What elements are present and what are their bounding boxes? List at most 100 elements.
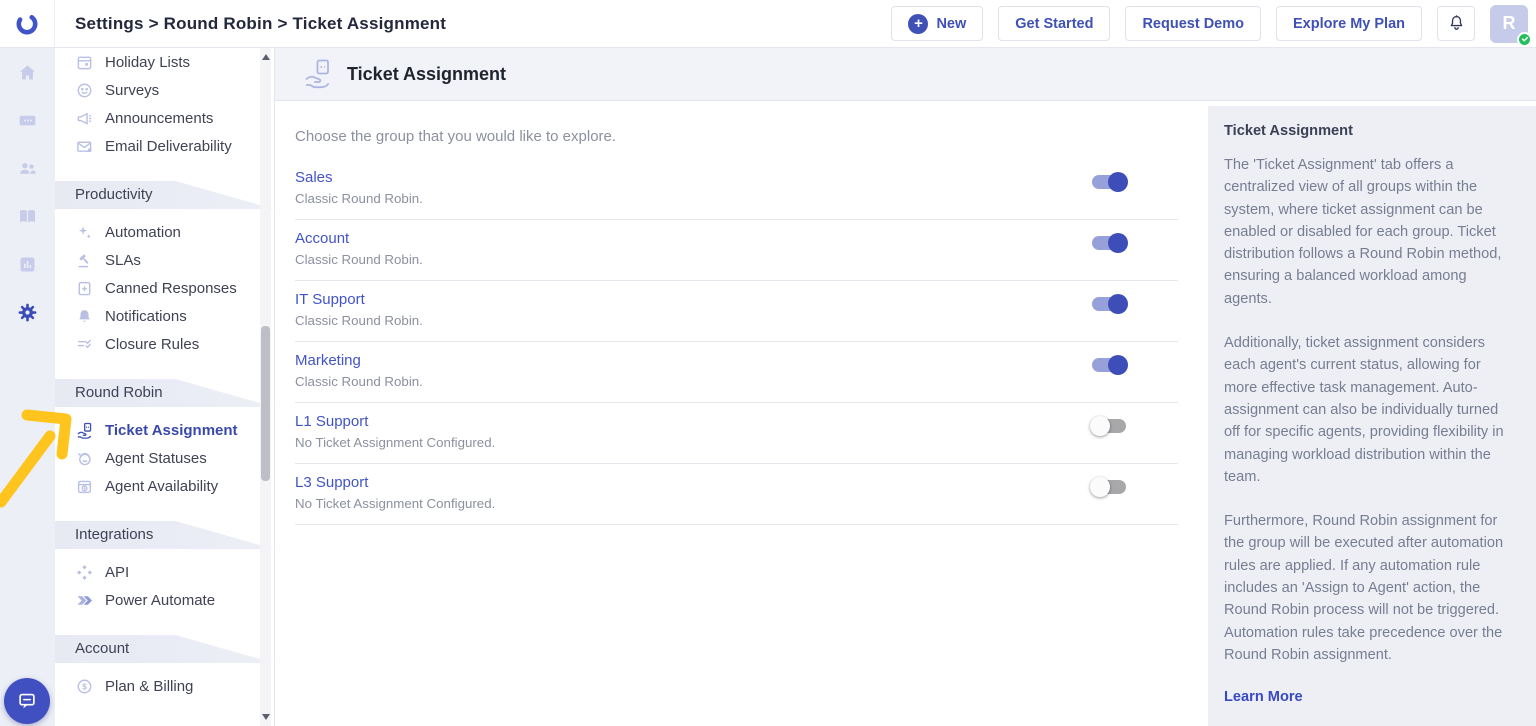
group-desc: Classic Round Robin. [295, 374, 423, 389]
group-row-it-support: IT Support Classic Round Robin. [295, 281, 1178, 342]
module-rail [0, 48, 55, 726]
sidebar-item-surveys[interactable]: Surveys [55, 76, 274, 104]
sidebar-item-automation[interactable]: Automation [55, 218, 274, 246]
group-link[interactable]: Account [295, 230, 423, 247]
group-toggle[interactable] [1092, 480, 1126, 494]
tickets-icon[interactable] [0, 96, 55, 144]
reports-icon[interactable] [0, 240, 55, 288]
group-list: Sales Classic Round Robin. Account Class… [295, 159, 1178, 525]
group-toggle[interactable] [1092, 297, 1126, 311]
smiley-icon [75, 81, 93, 99]
help-paragraph: Furthermore, Round Robin assignment for … [1224, 510, 1517, 666]
toggle-knob [1090, 416, 1110, 436]
group-desc: Classic Round Robin. [295, 313, 423, 328]
notification-bell-button[interactable] [1437, 6, 1475, 41]
page-title: Ticket Assignment [347, 64, 506, 85]
calendar-clock-icon [75, 477, 93, 495]
group-link[interactable]: L3 Support [295, 474, 495, 491]
new-button[interactable]: + New [891, 6, 983, 41]
sidebar-item-ticket-assignment[interactable]: Ticket Assignment [55, 416, 274, 444]
sidebar-group: API Power Automate [55, 558, 274, 614]
notification-bell-icon [1447, 14, 1466, 33]
page-subtitle: Choose the group that you would like to … [295, 128, 1178, 145]
app-window: Settings > Round Robin > Ticket Assignme… [0, 0, 1536, 726]
toggle-knob [1108, 233, 1128, 253]
help-paragraph: The 'Ticket Assignment' tab offers a cen… [1224, 154, 1517, 310]
settings-sidebar: Holiday Lists Surveys Announcements Emai… [55, 48, 275, 726]
contacts-icon[interactable] [0, 144, 55, 192]
bell-icon [75, 307, 93, 325]
svg-text:$: $ [82, 681, 87, 691]
knowledge-base-icon[interactable] [0, 192, 55, 240]
group-row-l1-support: L1 Support No Ticket Assignment Configur… [295, 403, 1178, 464]
top-bar: Settings > Round Robin > Ticket Assignme… [0, 0, 1536, 48]
sidebar-item-api[interactable]: API [55, 558, 274, 586]
sidebar-item-announcements[interactable]: Announcements [55, 104, 274, 132]
group-desc: No Ticket Assignment Configured. [295, 496, 495, 511]
sidebar-item-email-deliverability[interactable]: Email Deliverability [55, 132, 274, 160]
sidebar-item-power-automate[interactable]: Power Automate [55, 586, 274, 614]
checklist-icon [75, 335, 93, 353]
group-link[interactable]: L1 Support [295, 413, 495, 430]
dollar-circle-icon: $ [75, 677, 93, 695]
sidebar-group: Holiday Lists Surveys Announcements Emai… [55, 48, 274, 160]
toggle-knob [1090, 477, 1110, 497]
document-plus-icon [75, 279, 93, 297]
sidebar-item-slas[interactable]: SLAs [55, 246, 274, 274]
group-link[interactable]: Sales [295, 169, 423, 186]
group-row-account: Account Classic Round Robin. [295, 220, 1178, 281]
group-link[interactable]: Marketing [295, 352, 423, 369]
learn-more-link[interactable]: Learn More [1224, 689, 1303, 705]
group-row-marketing: Marketing Classic Round Robin. [295, 342, 1178, 403]
user-avatar[interactable]: R [1490, 5, 1528, 43]
scroll-up-arrow[interactable] [262, 54, 270, 60]
toggle-knob [1108, 294, 1128, 314]
explore-my-plan-button[interactable]: Explore My Plan [1276, 6, 1422, 41]
gavel-icon [75, 251, 93, 269]
chat-bubble-icon [16, 690, 38, 712]
help-panel: Ticket Assignment The 'Ticket Assignment… [1208, 106, 1536, 726]
hand-ticket-icon [303, 58, 333, 90]
sidebar-group: Ticket Assignment Agent Statuses Agent A… [55, 416, 274, 500]
group-desc: Classic Round Robin. [295, 191, 423, 206]
sidebar-section-round-robin: Round Robin [55, 379, 274, 407]
logo-icon [14, 11, 40, 37]
page-header: Ticket Assignment [275, 48, 1536, 101]
group-toggle[interactable] [1092, 175, 1126, 189]
envelope-icon [75, 137, 93, 155]
power-automate-icon [75, 591, 93, 609]
calendar-icon [75, 53, 93, 71]
sidebar-item-agent-statuses[interactable]: Agent Statuses [55, 444, 274, 472]
request-demo-button[interactable]: Request Demo [1125, 6, 1261, 41]
help-panel-title: Ticket Assignment [1224, 123, 1517, 139]
scroll-down-arrow[interactable] [262, 714, 270, 720]
sidebar-item-plan-billing[interactable]: $ Plan & Billing [55, 672, 274, 700]
toggle-knob [1108, 172, 1128, 192]
sidebar-item-canned-responses[interactable]: Canned Responses [55, 274, 274, 302]
sidebar-scrollbar[interactable] [260, 48, 271, 726]
main-content: Choose the group that you would like to … [275, 101, 1208, 726]
settings-gear-icon[interactable] [0, 288, 55, 336]
group-desc: No Ticket Assignment Configured. [295, 435, 495, 450]
sparkles-icon [75, 223, 93, 241]
hand-ticket-icon [75, 421, 93, 439]
sidebar-item-holiday-lists[interactable]: Holiday Lists [55, 48, 274, 76]
api-diamonds-icon [75, 563, 93, 581]
get-started-button[interactable]: Get Started [998, 6, 1110, 41]
agent-headset-icon [75, 449, 93, 467]
group-toggle[interactable] [1092, 236, 1126, 250]
scrollbar-thumb[interactable] [261, 326, 270, 481]
group-toggle[interactable] [1092, 358, 1126, 372]
group-link[interactable]: IT Support [295, 291, 423, 308]
sidebar-section-integrations: Integrations [55, 521, 274, 549]
group-toggle[interactable] [1092, 419, 1126, 433]
sidebar-item-agent-availability[interactable]: Agent Availability [55, 472, 274, 500]
chat-widget-button[interactable] [4, 678, 50, 724]
online-check-icon [1517, 32, 1532, 47]
group-desc: Classic Round Robin. [295, 252, 423, 267]
sidebar-item-closure-rules[interactable]: Closure Rules [55, 330, 274, 358]
home-icon[interactable] [0, 48, 55, 96]
sidebar-item-notifications[interactable]: Notifications [55, 302, 274, 330]
app-logo[interactable] [0, 0, 55, 47]
group-row-l3-support: L3 Support No Ticket Assignment Configur… [295, 464, 1178, 525]
